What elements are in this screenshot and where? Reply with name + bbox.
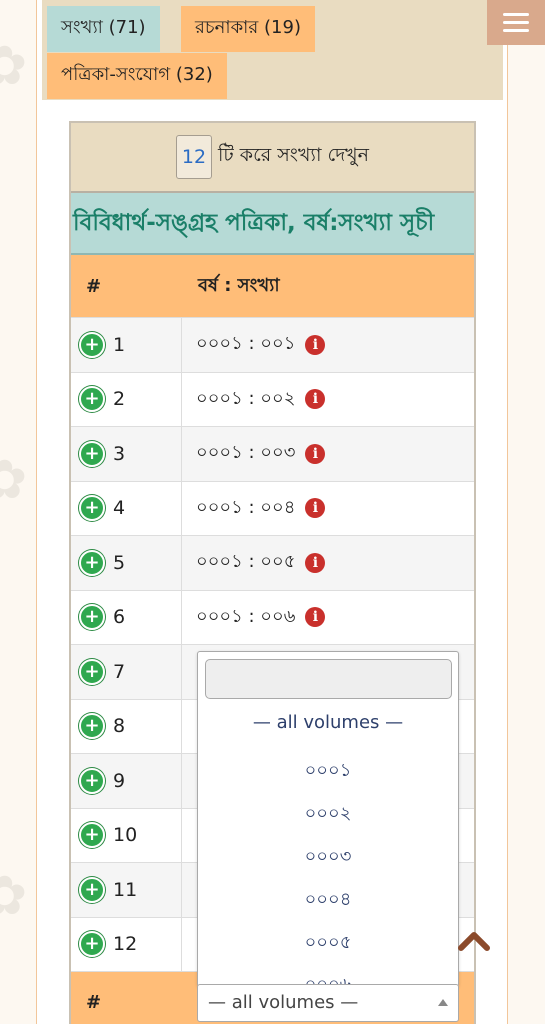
- table-row: +4 ০০০১ : ০০৪ i: [71, 480, 474, 536]
- row-issue-cell: ০০০১ : ০০৩ i: [182, 427, 474, 481]
- issue-link[interactable]: ০০০১ : ০০৫: [196, 547, 295, 578]
- row-number: 12: [113, 933, 138, 956]
- volume-option[interactable]: — all volumes —: [198, 712, 458, 733]
- table-row: +1 ০০০১ : ০০১ i: [71, 317, 474, 372]
- volume-option[interactable]: ০০০১: [198, 756, 458, 787]
- table-row: +6 ০০০১ : ০০৬ i: [71, 589, 474, 645]
- volume-option[interactable]: ০০০৩: [198, 842, 458, 873]
- per-page-label: টি করে সংখ্যা দেখুন: [217, 144, 370, 166]
- issue-link[interactable]: ০০০১ : ০০২: [196, 384, 295, 415]
- row-number: 11: [113, 878, 138, 901]
- row-number: 7: [113, 660, 126, 683]
- row-issue-cell: ০০০১ : ০০২ i: [182, 373, 474, 427]
- row-index-cell: +4: [71, 481, 182, 535]
- hamburger-icon[interactable]: [487, 0, 545, 45]
- row-number: 2: [113, 388, 126, 411]
- per-page-control: 12 টি করে সংখ্যা দেখুন: [71, 123, 474, 193]
- volume-option[interactable]: ০০০৫: [198, 928, 458, 959]
- volume-option[interactable]: ০০০৪: [198, 885, 458, 916]
- tab-issues[interactable]: সংখ্যা (71): [47, 6, 160, 52]
- info-icon[interactable]: i: [305, 334, 326, 355]
- row-index-cell: +5: [71, 536, 182, 590]
- plus-circle-icon[interactable]: +: [79, 713, 105, 740]
- chevron-up-icon[interactable]: [457, 924, 491, 954]
- row-number: 3: [113, 442, 126, 465]
- info-icon[interactable]: i: [305, 607, 326, 628]
- volume-select-value: — all volumes —: [208, 992, 359, 1013]
- row-number: 6: [113, 606, 126, 629]
- footer-index-label: #: [86, 992, 102, 1013]
- row-index-cell: +8: [71, 699, 182, 753]
- tab-bar: সংখ্যা (71) রচনাকার (19) পত্রিকা-সংযোগ (…: [42, 0, 503, 100]
- decorative-flower-icon: ✿: [0, 448, 28, 511]
- row-index-cell: +9: [71, 754, 182, 808]
- row-index-cell: +12: [71, 917, 182, 971]
- column-header-index: #: [86, 275, 102, 297]
- table-header: # বর্ষ : সংখ্যা: [71, 255, 474, 317]
- plus-circle-icon[interactable]: +: [79, 876, 105, 903]
- plus-circle-icon[interactable]: +: [79, 822, 105, 849]
- tab-authors[interactable]: রচনাকার (19): [181, 6, 315, 52]
- volume-search-input[interactable]: [205, 659, 452, 699]
- column-header-issue: বর্ষ : সংখ্যা: [198, 274, 280, 296]
- issue-link[interactable]: ০০০১ : ০০৪: [196, 493, 295, 524]
- row-issue-cell: ০০০১ : ০০৪ i: [182, 482, 474, 536]
- row-number: 4: [113, 497, 126, 520]
- issue-link[interactable]: ০০০১ : ০০১: [196, 329, 295, 360]
- table-row: +2 ০০০১ : ০০২ i: [71, 371, 474, 427]
- volume-dropdown-list: — all volumes —০০০১ ০০০২ ০০০৩ ০০০৪ ০০০৫ ০০০৬: [197, 651, 459, 987]
- plus-circle-icon[interactable]: +: [79, 549, 105, 576]
- info-icon[interactable]: i: [305, 389, 326, 410]
- row-number: 1: [113, 333, 126, 356]
- table-row: +3 ০০০১ : ০০৩ i: [71, 426, 474, 481]
- decorative-flower-icon: ✿: [0, 864, 28, 927]
- issue-link[interactable]: ০০০১ : ০০৩: [196, 438, 295, 469]
- volume-option[interactable]: ০০০২: [198, 799, 458, 830]
- row-index-cell: +3: [71, 427, 182, 481]
- plus-circle-icon[interactable]: +: [79, 440, 105, 467]
- row-index-cell: +10: [71, 808, 182, 862]
- row-issue-cell: ০০০১ : ০০৫ i: [182, 536, 474, 590]
- volume-select[interactable]: — all volumes —: [197, 984, 459, 1022]
- info-icon[interactable]: i: [305, 552, 326, 573]
- row-index-cell: +6: [71, 590, 182, 644]
- plus-circle-icon[interactable]: +: [79, 331, 105, 358]
- row-number: 9: [113, 769, 126, 792]
- row-number: 10: [113, 824, 138, 847]
- row-index-cell: +11: [71, 863, 182, 917]
- info-icon[interactable]: i: [305, 443, 326, 464]
- tab-journal-links[interactable]: পত্রিকা-সংযোগ (32): [47, 53, 227, 99]
- plus-circle-icon[interactable]: +: [79, 386, 105, 413]
- plus-circle-icon[interactable]: +: [79, 767, 105, 794]
- plus-circle-icon[interactable]: +: [79, 658, 105, 685]
- table-row: +5 ০০০১ : ০০৫ i: [71, 535, 474, 590]
- issue-link[interactable]: ০০০১ : ০০৬: [196, 602, 295, 633]
- row-issue-cell: ০০০১ : ০০১ i: [182, 318, 474, 372]
- row-issue-cell: ০০০১ : ০০৬ i: [182, 591, 474, 645]
- decorative-flower-icon: ✿: [0, 34, 28, 97]
- caret-up-icon: [438, 999, 448, 1006]
- row-number: 5: [113, 551, 126, 574]
- row-number: 8: [113, 715, 126, 738]
- row-index-cell: +1: [71, 318, 182, 372]
- info-icon[interactable]: i: [305, 498, 326, 519]
- per-page-input[interactable]: 12: [175, 135, 212, 179]
- list-title: বিবিধার্থ-সঙ্গ্রহ পত্রিকা, বর্ষ:সংখ্যা স…: [71, 193, 474, 255]
- plus-circle-icon[interactable]: +: [79, 495, 105, 522]
- row-index-cell: +2: [71, 372, 182, 426]
- row-index-cell: +7: [71, 645, 182, 699]
- plus-circle-icon[interactable]: +: [79, 931, 105, 958]
- plus-circle-icon[interactable]: +: [79, 604, 105, 631]
